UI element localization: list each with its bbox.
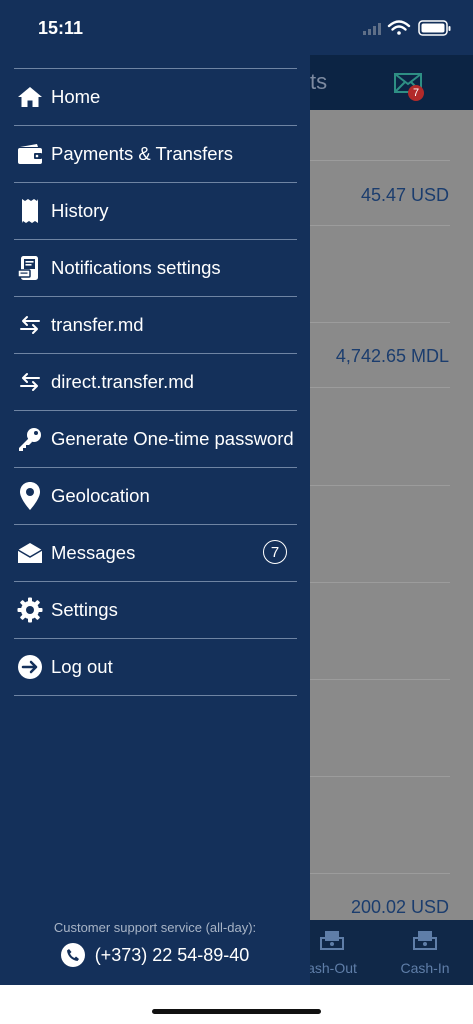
- amount-value: 45.47 USD: [360, 185, 449, 205]
- messages-badge: 7: [408, 85, 424, 101]
- tab-cash-in[interactable]: Cash-In: [385, 920, 465, 985]
- divider: [310, 160, 450, 161]
- divider: [310, 485, 450, 486]
- phone-icon: [60, 943, 85, 967]
- tab-label: Cash-In: [400, 960, 450, 976]
- drawer-menu: Home Payments & Transfers History Notifi…: [14, 68, 297, 696]
- status-bar: 15:11: [0, 0, 473, 55]
- battery-icon: [418, 20, 451, 36]
- menu-item-label: Log out: [51, 656, 113, 677]
- key-icon: [15, 424, 45, 454]
- screen: ts 7 45.47 USD 4,742.65 MDL 200.02 USD a…: [0, 0, 473, 985]
- menu-item-history[interactable]: History: [14, 182, 297, 239]
- menu-item-generate-otp[interactable]: Generate One-time password: [14, 410, 297, 467]
- background-screen[interactable]: ts 7 45.47 USD 4,742.65 MDL 200.02 USD a…: [307, 0, 473, 985]
- tab-bar: ash-Out Cash-In: [307, 920, 473, 985]
- menu-item-label: Geolocation: [51, 485, 150, 506]
- divider: [310, 776, 450, 777]
- menu-item-direct-transfer-md[interactable]: direct.transfer.md: [14, 353, 297, 410]
- divider: [310, 387, 450, 388]
- cash-out-icon: [320, 931, 344, 950]
- home-indicator[interactable]: [152, 1009, 321, 1014]
- menu-item-settings[interactable]: Settings: [14, 581, 297, 638]
- status-time: 15:11: [38, 18, 84, 38]
- wifi-icon: [387, 20, 411, 35]
- background-header-title: ts: [310, 69, 328, 94]
- menu-item-label: Messages: [51, 542, 136, 563]
- menu-item-label: transfer.md: [51, 314, 144, 335]
- transfer-arrows-icon: [15, 367, 45, 397]
- gear-icon: [15, 595, 45, 625]
- menu-item-transfer-md[interactable]: transfer.md: [14, 296, 297, 353]
- support-phone-number[interactable]: (+373) 22 54-89-40: [95, 945, 250, 966]
- amount-value: 4,742.65 MDL: [335, 346, 449, 366]
- customer-support: Customer support service (all-day): (+37…: [0, 920, 310, 967]
- messages-count-badge: 7: [263, 540, 287, 564]
- menu-item-label: Settings: [51, 599, 118, 620]
- menu-item-geolocation[interactable]: Geolocation: [14, 467, 297, 524]
- support-phone-link[interactable]: (+373) 22 54-89-40: [0, 943, 310, 967]
- cash-in-icon: [413, 931, 437, 950]
- menu-item-label: direct.transfer.md: [51, 371, 194, 392]
- navigation-drawer: Home Payments & Transfers History Notifi…: [0, 55, 310, 985]
- menu-item-label: Home: [51, 86, 101, 107]
- menu-item-payments-transfers[interactable]: Payments & Transfers: [14, 125, 297, 182]
- menu-item-home[interactable]: Home: [14, 68, 297, 125]
- home-icon: [15, 82, 45, 112]
- wallet-icon: [15, 139, 45, 169]
- notification-device-icon: [15, 253, 45, 283]
- menu-item-log-out[interactable]: Log out: [14, 638, 297, 696]
- menu-item-label: Notifications settings: [51, 257, 221, 278]
- background-header: ts 7: [310, 55, 473, 110]
- divider: [310, 679, 450, 680]
- logout-icon: [15, 652, 45, 682]
- menu-item-label: Payments & Transfers: [51, 143, 233, 164]
- receipt-icon: [15, 196, 45, 226]
- menu-item-messages[interactable]: Messages 7: [14, 524, 297, 581]
- envelope-icon: [15, 538, 45, 568]
- divider: [310, 322, 450, 323]
- menu-item-notifications-settings[interactable]: Notifications settings: [14, 239, 297, 296]
- location-pin-icon: [15, 481, 45, 511]
- background-content: 45.47 USD 4,742.65 MDL 200.02 USD: [310, 110, 473, 920]
- cellular-signal-icon: [363, 23, 381, 35]
- menu-item-label: Generate One-time password: [51, 428, 294, 449]
- divider: [310, 582, 450, 583]
- support-caption: Customer support service (all-day):: [53, 920, 257, 935]
- status-icons: [363, 20, 451, 36]
- amount-value: 200.02 USD: [350, 897, 449, 917]
- menu-item-label: History: [51, 200, 109, 221]
- divider: [310, 225, 450, 226]
- divider: [310, 873, 450, 874]
- transfer-arrows-icon: [15, 310, 45, 340]
